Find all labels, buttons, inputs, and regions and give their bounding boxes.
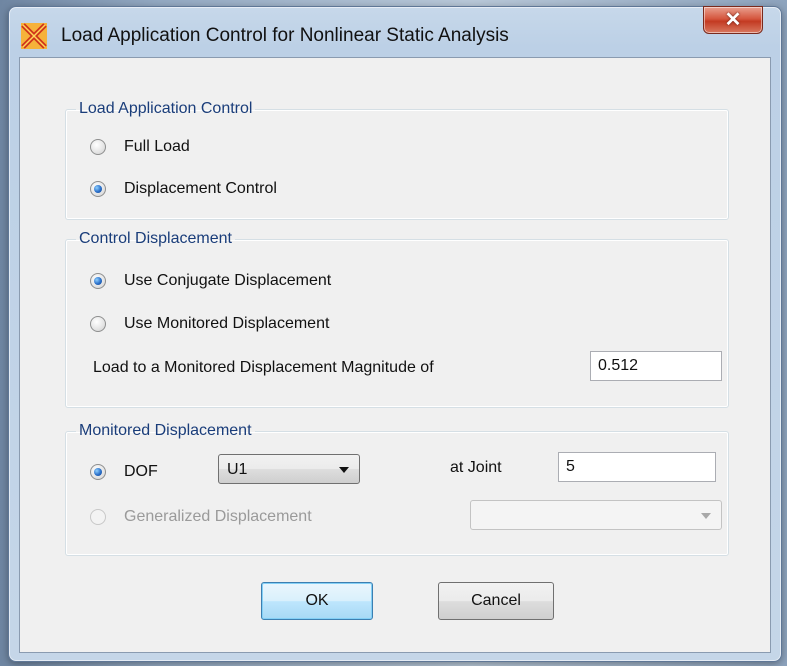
cancel-button[interactable]: Cancel [438,582,554,620]
use-conjugate-label: Use Conjugate Displacement [124,272,332,289]
dof-dropdown[interactable]: U1 [218,454,360,484]
full-load-option[interactable]: Full Load [90,138,190,156]
displacement-control-option[interactable]: Displacement Control [90,180,277,198]
magnitude-label: Load to a Monitored Displacement Magnitu… [93,359,434,376]
dialog-window: Load Application Control for Nonlinear S… [8,6,782,662]
use-conjugate-radio[interactable] [90,273,106,289]
dof-label: DOF [124,463,158,480]
group-legend: Control Displacement [79,230,232,247]
chevron-down-icon [701,513,711,519]
dialog-client-area: Load Application Control Full Load Displ… [19,57,771,653]
use-conjugate-option[interactable]: Use Conjugate Displacement [90,272,331,290]
dof-option[interactable]: DOF [90,463,158,481]
app-logo-icon [21,23,47,49]
generalized-radio[interactable] [90,509,106,525]
close-button[interactable]: ✕ [703,6,763,34]
use-monitored-label: Use Monitored Displacement [124,315,330,332]
displacement-control-radio[interactable] [90,181,106,197]
close-icon: ✕ [724,9,742,31]
window-title: Load Application Control for Nonlinear S… [61,25,509,46]
generalized-label: Generalized Displacement [124,508,312,525]
group-legend: Load Application Control [79,100,253,117]
full-load-radio[interactable] [90,139,106,155]
dof-selected-value: U1 [227,461,248,478]
magnitude-input[interactable] [590,351,722,381]
generalized-option[interactable]: Generalized Displacement [90,508,312,526]
load-application-control-group: Load Application Control [65,100,729,220]
at-joint-label: at Joint [450,459,502,476]
dof-radio[interactable] [90,464,106,480]
full-load-label: Full Load [124,138,190,155]
title-bar[interactable]: Load Application Control for Nonlinear S… [9,6,781,59]
ok-button[interactable]: OK [261,582,373,620]
joint-input[interactable] [558,452,716,482]
generalized-dropdown[interactable] [470,500,722,530]
use-monitored-radio[interactable] [90,316,106,332]
displacement-control-label: Displacement Control [124,180,277,197]
monitored-displacement-group: Monitored Displacement [65,422,729,556]
group-legend: Monitored Displacement [79,422,252,439]
use-monitored-option[interactable]: Use Monitored Displacement [90,315,329,333]
chevron-down-icon [339,467,349,473]
